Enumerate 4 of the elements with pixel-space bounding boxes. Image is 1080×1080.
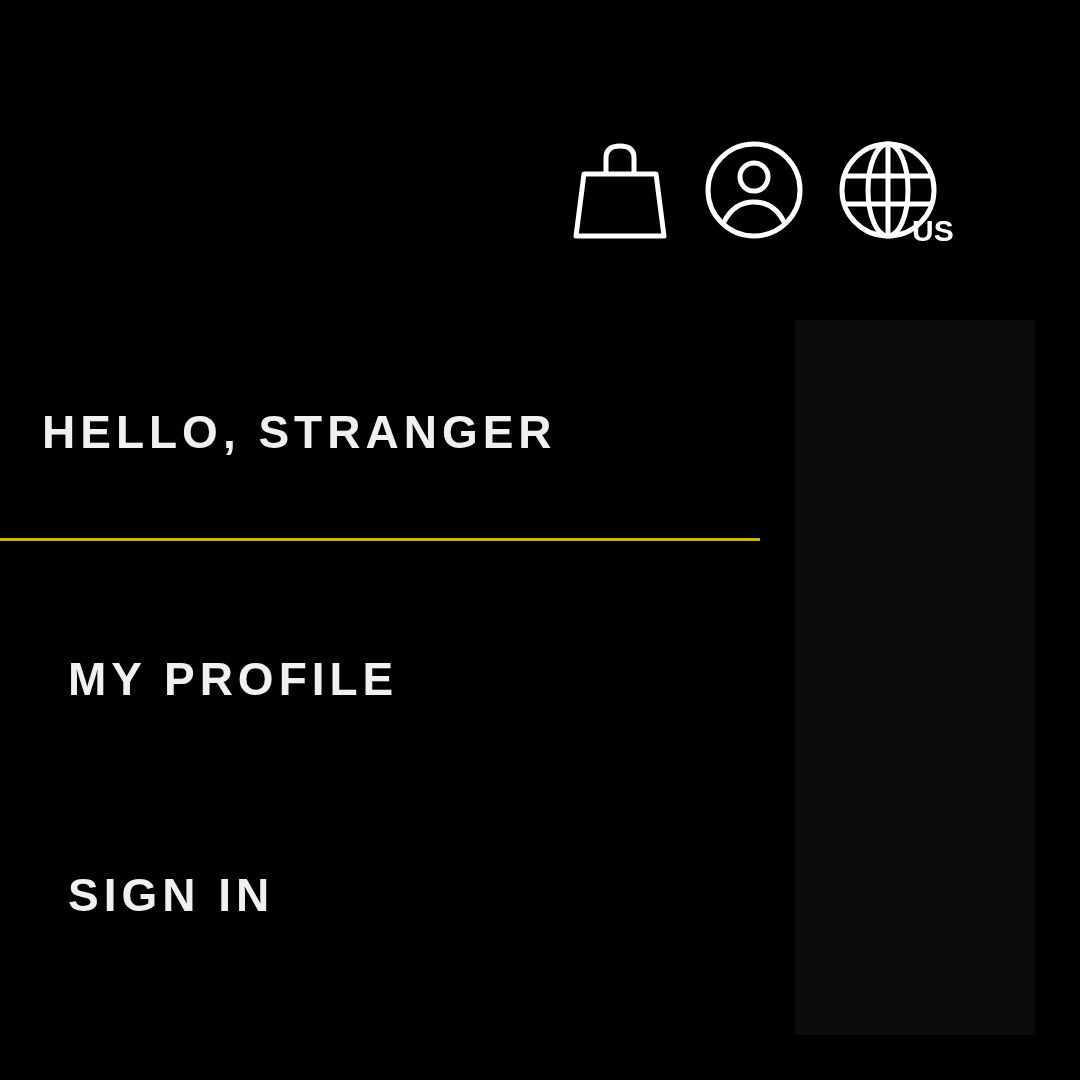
menu-link[interactable]: SIGN IN	[68, 867, 275, 923]
greeting-text: HELLO, STRANGER	[41, 405, 558, 460]
menu-link[interactable]: MY PROFILE	[68, 651, 399, 707]
user-account-icon[interactable]	[704, 140, 804, 240]
